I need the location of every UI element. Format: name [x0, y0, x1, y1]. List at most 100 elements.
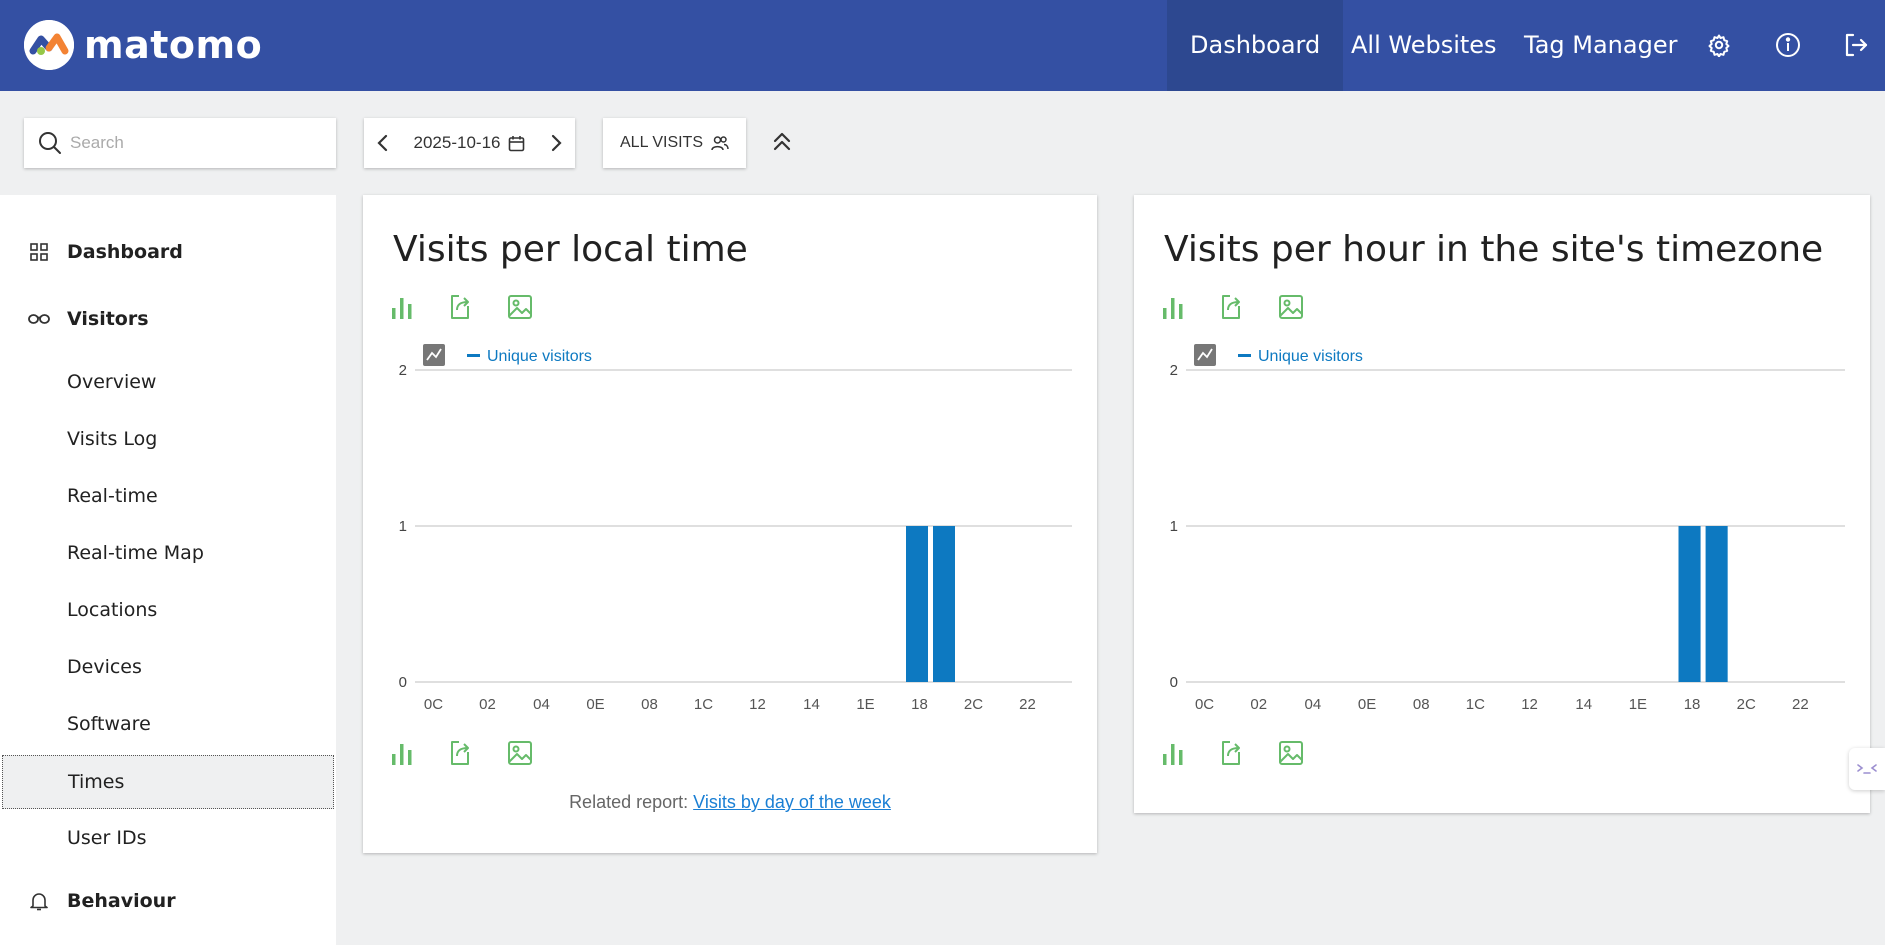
sidebar-item-real-time-map[interactable]: Real-time Map	[0, 526, 336, 580]
x-tick-label: 1E	[856, 696, 874, 713]
bar	[906, 526, 928, 682]
segment-selector-button[interactable]: ALL VISITS	[603, 118, 746, 168]
sidebar-item-label: Real-time Map	[67, 542, 204, 564]
collapse-toggle-icon[interactable]	[770, 126, 794, 158]
widget-toolbar-bottom	[389, 739, 533, 767]
nav-all-websites[interactable]: All Websites	[1328, 0, 1520, 91]
period-selector: 2025-10-16	[364, 118, 575, 168]
x-tick-label: 1C	[694, 696, 713, 713]
legend-label: Unique visitors	[1258, 348, 1363, 365]
sidebar-item-label: Visits Log	[67, 428, 158, 450]
x-tick-label: 22	[1792, 696, 1809, 713]
x-tick-label: 0E	[586, 696, 604, 713]
x-tick-label: 1C	[1466, 696, 1485, 713]
top-navigation-bar: matomo Dashboard All Websites Tag Manage…	[0, 0, 1885, 91]
x-tick-label: 02	[479, 696, 496, 713]
logout-icon[interactable]	[1838, 27, 1874, 63]
chart-visits-per-local-time: Unique visitors0120C 02 04 0E 08 1C 12 14 1E 18 2C…	[399, 344, 1072, 713]
sidebar-category-label: Behaviour	[67, 890, 176, 912]
sidebar-item-devices[interactable]: Devices	[0, 640, 336, 694]
sidebar-category-dashboard[interactable]: Dashboard	[0, 232, 336, 272]
image-icon[interactable]	[507, 293, 533, 321]
widget-visits-per-local-time: Visits per local time Unique visitors 0 1 2…	[363, 195, 1097, 853]
next-period-icon[interactable]	[547, 134, 565, 152]
segment-label: ALL VISITS	[620, 134, 703, 151]
widget-title: Visits per local time	[393, 229, 748, 270]
export-icon[interactable]	[1219, 293, 1245, 321]
legend-swatch	[1238, 354, 1251, 357]
y-tick-label: 0	[399, 674, 407, 691]
x-tick-label: 18	[911, 696, 928, 713]
widget-toolbar-top	[389, 293, 533, 321]
image-icon[interactable]	[1278, 739, 1304, 767]
side-panel-toggle[interactable]	[1849, 748, 1885, 790]
x-tick-label: 2C	[964, 696, 983, 713]
widget-toolbar-top	[1160, 293, 1304, 321]
sidebar-item-overview[interactable]: Overview	[0, 355, 336, 409]
sidebar-item-label: Locations	[67, 599, 158, 621]
sidebar-item-times[interactable]: Times	[2, 755, 334, 809]
x-tick-label: 22	[1019, 696, 1036, 713]
sidebar-item-user-ids[interactable]: User IDs	[0, 811, 336, 865]
sidebar-item-label: Software	[67, 713, 151, 735]
search-box[interactable]	[24, 118, 336, 168]
widget-toolbar-bottom	[1160, 739, 1304, 767]
sidebar-item-locations[interactable]: Locations	[0, 583, 336, 637]
sidebar-menu: Dashboard Visitors Overview Visits Log R…	[0, 195, 336, 945]
matomo-logo-icon	[24, 20, 74, 70]
matomo-logo[interactable]: matomo	[24, 20, 262, 70]
related-report-link[interactable]: Visits by day of the week	[693, 792, 891, 812]
export-icon[interactable]	[448, 739, 474, 767]
y-tick-label: 1	[1170, 518, 1178, 535]
x-tick-label: 04	[1305, 696, 1322, 713]
sidebar-category-behaviour[interactable]: Behaviour	[0, 881, 336, 921]
y-tick-label: 2	[399, 362, 407, 379]
search-input[interactable]	[70, 133, 310, 153]
y-tick-label: 2	[1170, 362, 1178, 379]
bar-chart-icon[interactable]	[389, 739, 415, 767]
calendar-icon	[508, 135, 525, 152]
sidebar-item-visits-log[interactable]: Visits Log	[0, 412, 336, 466]
bar-chart-icon[interactable]	[1160, 293, 1186, 321]
x-tick-label: 12	[749, 696, 766, 713]
sidebar-item-real-time[interactable]: Real-time	[0, 469, 336, 523]
y-tick-label: 1	[399, 518, 407, 535]
image-icon[interactable]	[507, 739, 533, 767]
widget-title: Visits per hour in the site's timezone	[1164, 229, 1824, 270]
legend-swatch	[467, 354, 480, 357]
previous-period-icon[interactable]	[374, 134, 392, 152]
nav-tag-manager[interactable]: Tag Manager	[1501, 0, 1700, 91]
bar	[933, 526, 955, 682]
bell-icon	[28, 890, 50, 912]
x-tick-label: 02	[1250, 696, 1267, 713]
bar-chart-icon[interactable]	[1160, 739, 1186, 767]
x-tick-label: 12	[1521, 696, 1538, 713]
x-tick-label: 14	[803, 696, 820, 713]
gear-icon[interactable]	[1701, 27, 1737, 63]
nav-dashboard[interactable]: Dashboard	[1167, 0, 1344, 91]
x-tick-label: 0C	[424, 696, 443, 713]
sidebar-item-label: User IDs	[67, 827, 147, 849]
export-icon[interactable]	[1219, 739, 1245, 767]
x-tick-label: 1E	[1629, 696, 1647, 713]
x-tick-label: 08	[641, 696, 658, 713]
export-icon[interactable]	[448, 293, 474, 321]
sidebar-category-label: Visitors	[67, 308, 149, 330]
x-tick-label: 14	[1575, 696, 1592, 713]
x-tick-label: 2C	[1737, 696, 1756, 713]
related-report: Related report: Visits by day of the wee…	[363, 792, 1097, 813]
sidebar-category-visitors[interactable]: Visitors	[0, 299, 336, 339]
y-tick-label: 0	[1170, 674, 1178, 691]
logo-text: matomo	[84, 23, 263, 67]
sidebar-item-software[interactable]: Software	[0, 697, 336, 751]
info-icon[interactable]	[1770, 27, 1806, 63]
chart-type-icon[interactable]	[1194, 344, 1216, 366]
date-value: 2025-10-16	[413, 133, 501, 152]
sidebar-item-label: Devices	[67, 656, 142, 678]
bar-chart-icon[interactable]	[389, 293, 415, 321]
chart-type-icon[interactable]	[423, 344, 445, 366]
sidebar-item-label: Overview	[67, 371, 157, 393]
image-icon[interactable]	[1278, 293, 1304, 321]
bar	[1678, 526, 1701, 682]
date-picker-button[interactable]: 2025-10-16	[414, 133, 526, 153]
